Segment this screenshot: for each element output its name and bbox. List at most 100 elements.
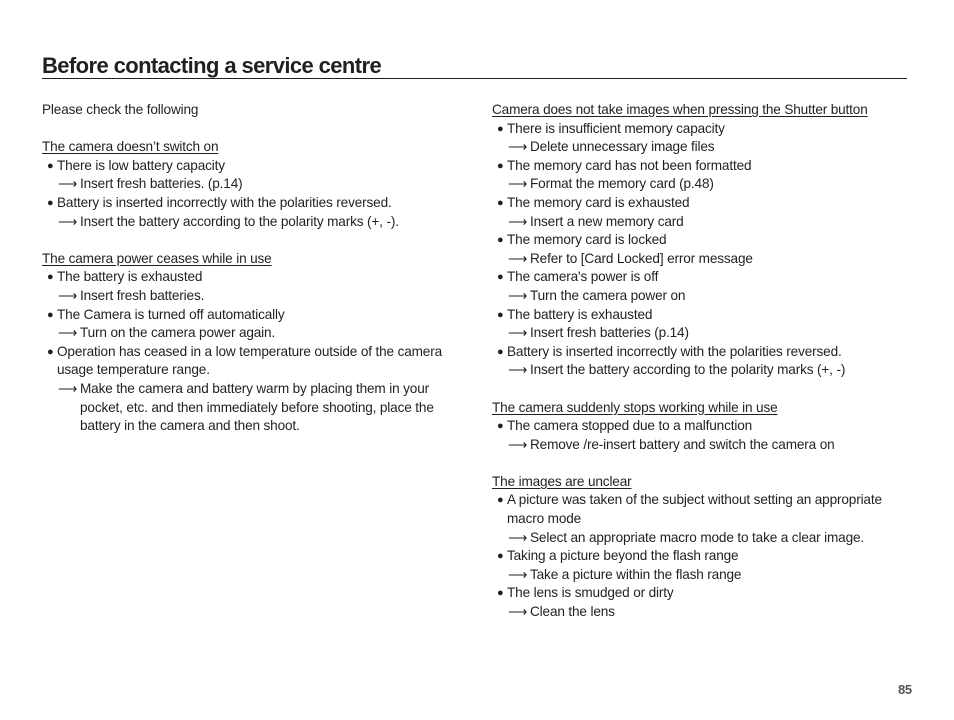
arrow-right-icon: ⟶ xyxy=(508,604,528,620)
bullet-icon: ● xyxy=(497,122,504,135)
remedy-text: Insert the battery according to the pola… xyxy=(80,213,399,229)
arrow-right-icon: ⟶ xyxy=(508,287,528,303)
bullet-icon: ● xyxy=(47,159,54,172)
remedy-text: Remove /re-insert battery and switch the… xyxy=(530,436,835,452)
section-the-camera-doesn-t-switch-on: The camera doesn’t switch on ● There is lo… xyxy=(42,138,472,231)
cause-line: ● A picture was taken of the subject with… xyxy=(492,491,912,528)
list-item: ● The memory card has not been formatted ⟶… xyxy=(492,157,912,194)
cause-line: ● The Camera is turned off automatically xyxy=(42,306,472,325)
list-item: ● The camera's power is off ⟶ Turn the came… xyxy=(492,268,912,305)
section-camera-does-not-take-images-when-pressin: Camera does not take images when pressin… xyxy=(492,101,912,380)
cause-line: ● There is insufficient memory capacity xyxy=(492,120,912,139)
list-item: ● The camera stopped due to a malfunction… xyxy=(492,417,912,454)
arrow-right-icon: ⟶ xyxy=(508,566,528,582)
remedy-text: Turn on the camera power again. xyxy=(80,325,276,341)
remedy-line: ⟶ Turn on the camera power again. xyxy=(42,324,472,343)
arrow-right-icon: ⟶ xyxy=(508,176,528,192)
remedy-line: ⟶ Insert fresh batteries (p.14) xyxy=(492,324,912,343)
cause-line: ● The camera stopped due to a malfunction xyxy=(492,417,912,436)
right-column: Camera does not take images when pressin… xyxy=(492,101,912,622)
bullet-icon: ● xyxy=(497,420,504,433)
arrow-right-icon: ⟶ xyxy=(508,529,528,545)
cause-text: The battery is exhausted xyxy=(57,269,203,285)
left-sections: The camera doesn’t switch on ● There is lo… xyxy=(42,138,472,436)
list-item: ● There is low battery capacity ⟶ Insert fr… xyxy=(42,157,472,194)
cause-line: ● The battery is exhausted xyxy=(42,268,472,287)
remedy-line: ⟶ Make the camera and battery warm by pla… xyxy=(42,380,472,436)
arrow-right-icon: ⟶ xyxy=(58,325,78,341)
cause-line: ● The camera's power is off xyxy=(492,268,912,287)
cause-line: ● Battery is inserted incorrectly with th… xyxy=(42,194,472,213)
left-column: Please check the following The camera do… xyxy=(42,101,472,436)
bullet-icon: ● xyxy=(497,345,504,358)
cause-text: There is low battery capacity xyxy=(57,157,225,173)
cause-text: There is insufficient memory capacity xyxy=(507,120,725,136)
cause-text: Taking a picture beyond the flash range xyxy=(507,548,739,564)
list-item: ● Battery is inserted incorrectly with th… xyxy=(42,194,472,231)
section-heading: The camera doesn’t switch on xyxy=(42,139,219,155)
arrow-right-icon: ⟶ xyxy=(508,139,528,155)
remedy-line: ⟶ Delete unnecessary image files xyxy=(492,138,912,157)
cause-line: ● The battery is exhausted xyxy=(492,306,912,325)
bullet-icon: ● xyxy=(497,196,504,209)
remedy-line: ⟶ Insert the battery according to the pol… xyxy=(492,361,912,380)
cause-text: The memory card is locked xyxy=(507,232,667,248)
remedy-line: ⟶ Take a picture within the flash range xyxy=(492,566,912,585)
remedy-text: Insert a new memory card xyxy=(530,213,684,229)
remedy-text: Clean the lens xyxy=(530,604,615,620)
right-sections: Camera does not take images when pressin… xyxy=(492,101,912,622)
cause-text: The memory card has not been formatted xyxy=(507,157,752,173)
remedy-line: ⟶ Refer to [Card Locked] error message xyxy=(492,250,912,269)
arrow-right-icon: ⟶ xyxy=(508,362,528,378)
section-heading: The images are unclear xyxy=(492,473,632,489)
remedy-text: Take a picture within the flash range xyxy=(530,566,742,582)
remedy-line: ⟶ Insert the battery according to the pol… xyxy=(42,213,472,232)
bullet-icon: ● xyxy=(47,345,54,358)
cause-text: Battery is inserted incorrectly with the… xyxy=(507,343,842,359)
section-the-camera-power-ceases-while-in-use: The camera power ceases while in use ● The… xyxy=(42,250,472,436)
list-item: ● The Camera is turned off automatically ⟶… xyxy=(42,306,472,343)
cause-line: ● Taking a picture beyond the flash range xyxy=(492,547,912,566)
bullet-icon: ● xyxy=(497,494,504,507)
remedy-line: ⟶ Clean the lens xyxy=(492,603,912,622)
remedy-text: Select an appropriate macro mode to take… xyxy=(530,529,865,545)
list-item: ● Battery is inserted incorrectly with th… xyxy=(492,343,912,380)
cause-line: ● The memory card is locked xyxy=(492,231,912,250)
section-the-camera-suddenly-stops-working-while-: The camera suddenly stops working while … xyxy=(492,399,912,455)
list-item: ● There is insufficient memory capacity ⟶ D… xyxy=(492,120,912,157)
arrow-right-icon: ⟶ xyxy=(58,176,78,192)
cause-text: The battery is exhausted xyxy=(507,306,653,322)
remedy-text: Delete unnecessary image files xyxy=(530,139,715,155)
list-item: ● The battery is exhausted ⟶ Insert fresh b… xyxy=(492,306,912,343)
bullet-icon: ● xyxy=(497,271,504,284)
cause-line: ● Operation has ceased in a low temperatu… xyxy=(42,343,472,380)
list-item: ● The memory card is exhausted ⟶ Insert a n… xyxy=(492,194,912,231)
arrow-right-icon: ⟶ xyxy=(508,325,528,341)
cause-text: The camera's power is off xyxy=(507,269,659,285)
intro-text: Please check the following xyxy=(42,102,199,117)
remedy-line: ⟶ Select an appropriate macro mode to tak… xyxy=(492,529,912,548)
arrow-right-icon: ⟶ xyxy=(58,213,78,229)
cause-text: A picture was taken of the subject witho… xyxy=(507,492,882,527)
list-item: ● The battery is exhausted ⟶ Insert fresh b… xyxy=(42,268,472,305)
remedy-text: Insert the battery according to the pola… xyxy=(530,362,846,378)
bullet-icon: ● xyxy=(497,234,504,247)
arrow-right-icon: ⟶ xyxy=(58,380,78,396)
section-the-images-are-unclear: The images are unclear ● A picture was tak… xyxy=(492,473,912,622)
bullet-icon: ● xyxy=(47,196,54,209)
bullet-icon: ● xyxy=(497,308,504,321)
page-title: Before contacting a service centre xyxy=(42,53,382,78)
remedy-text: Insert fresh batteries. (p.14) xyxy=(80,176,243,192)
remedy-line: ⟶ Remove /re-insert battery and switch th… xyxy=(492,436,912,455)
remedy-line: ⟶ Format the memory card (p.48) xyxy=(492,175,912,194)
remedy-text: Insert fresh batteries (p.14) xyxy=(530,325,689,341)
list-item: ● Taking a picture beyond the flash range… xyxy=(492,547,912,584)
section-heading: Camera does not take images when pressin… xyxy=(492,102,868,117)
cause-text: Battery is inserted incorrectly with the… xyxy=(57,194,392,210)
remedy-line: ⟶ Insert fresh batteries. (p.14) xyxy=(42,175,472,194)
remedy-text: Refer to [Card Locked] error message xyxy=(530,250,753,266)
remedy-text: Insert fresh batteries. xyxy=(80,287,205,303)
remedy-line: ⟶ Insert fresh batteries. xyxy=(42,287,472,306)
cause-text: The memory card is exhausted xyxy=(507,194,690,210)
list-item: ● The lens is smudged or dirty ⟶ Clean the … xyxy=(492,584,912,621)
